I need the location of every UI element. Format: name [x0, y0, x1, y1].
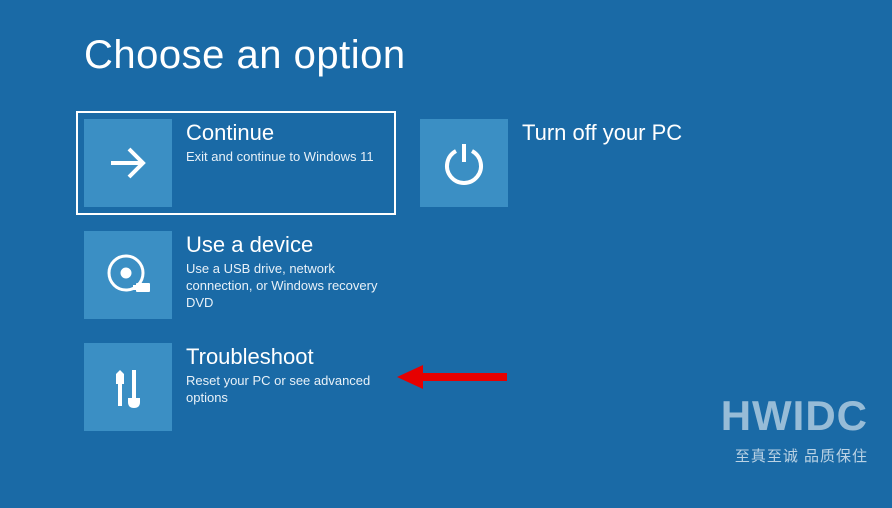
option-continue[interactable]: Continue Exit and continue to Windows 11 [76, 111, 396, 215]
option-use-device-title: Use a device [186, 233, 382, 257]
option-use-device-desc: Use a USB drive, network connection, or … [186, 261, 382, 312]
option-use-device-text: Use a device Use a USB drive, network co… [172, 231, 382, 312]
watermark-logo: HWIDC [721, 395, 868, 437]
option-turnoff[interactable]: Turn off your PC [412, 111, 732, 215]
option-continue-text: Continue Exit and continue to Windows 11 [172, 119, 374, 166]
watermark: HWIDC 至真至诚 品质保住 [721, 395, 868, 466]
tools-icon [84, 343, 172, 431]
option-turnoff-title: Turn off your PC [522, 121, 682, 145]
watermark-tagline: 至真至诚 品质保住 [721, 445, 868, 466]
power-icon [420, 119, 508, 207]
option-troubleshoot-desc: Reset your PC or see advanced options [186, 373, 382, 407]
option-turnoff-text: Turn off your PC [508, 119, 682, 149]
option-use-device[interactable]: Use a device Use a USB drive, network co… [76, 223, 396, 327]
option-troubleshoot-title: Troubleshoot [186, 345, 382, 369]
option-troubleshoot-text: Troubleshoot Reset your PC or see advanc… [172, 343, 382, 407]
option-troubleshoot[interactable]: Troubleshoot Reset your PC or see advanc… [76, 335, 396, 439]
option-continue-title: Continue [186, 121, 374, 145]
arrow-right-icon [84, 119, 172, 207]
red-arrow-annotation [397, 365, 507, 389]
option-continue-desc: Exit and continue to Windows 11 [186, 149, 374, 166]
disc-usb-icon [84, 231, 172, 319]
page-title: Choose an option [84, 33, 406, 78]
